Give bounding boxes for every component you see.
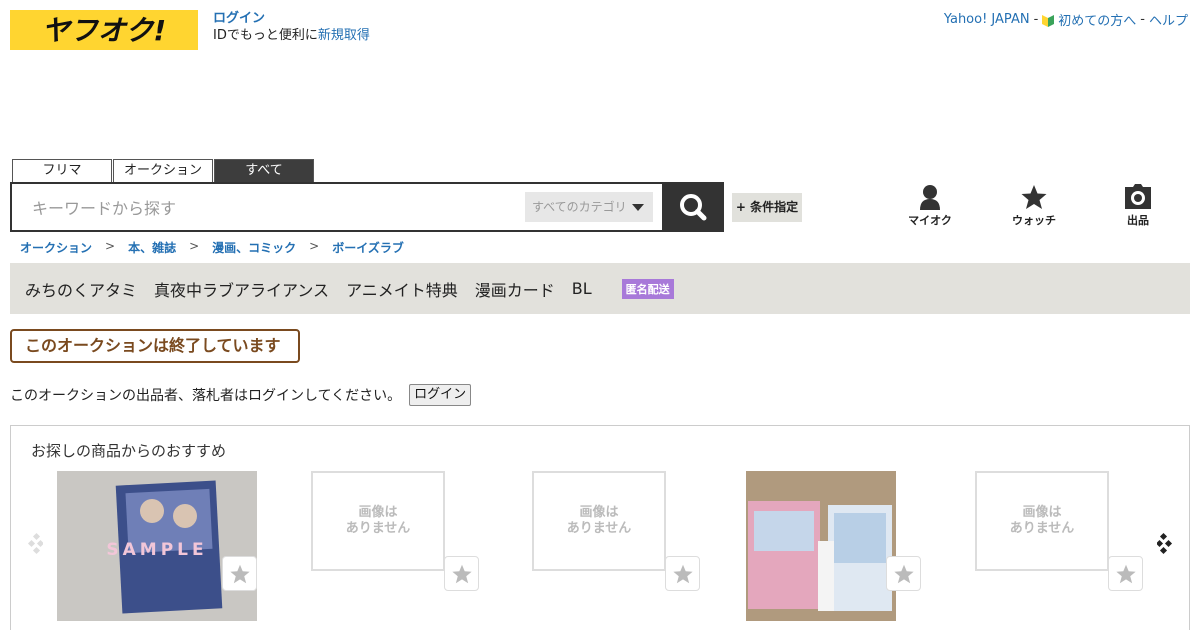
user-icon [920,185,940,210]
camera-icon [1125,184,1151,209]
breadcrumb-separator: > [105,239,116,253]
no-image-text: ありません [1009,521,1075,536]
tag-item: アニメイト特典 [346,280,458,300]
recommended-item[interactable]: 画像は ありません [975,471,1143,591]
no-image-text: 画像は [358,505,398,520]
recommended-item[interactable]: SAMPLE [57,471,257,625]
login-notice: このオークションの出品者、落札者はログインしてください。 ログイン [10,384,472,406]
register-prompt-text: IDでもっと便利に [213,28,318,43]
watch-toggle-button[interactable] [665,556,700,591]
no-image-text: 画像は [1022,505,1062,520]
watch-toggle-button[interactable] [222,556,257,591]
star-icon [451,564,472,584]
sell-button[interactable]: 出品 [1108,184,1168,228]
product-thumbnail [746,471,896,621]
yahoo-japan-link[interactable]: Yahoo! JAPAN [944,12,1030,27]
breadcrumb-books[interactable]: 本、雑誌 [128,239,176,256]
watch-label: ウォッチ [1012,214,1056,227]
no-image-placeholder: 画像は ありません [311,471,445,571]
breadcrumb-boys-love[interactable]: ボーイズラブ [332,239,404,256]
watch-toggle-button[interactable] [886,556,921,591]
recommended-item[interactable]: 画像は ありません [311,471,479,591]
recommended-item[interactable] [746,471,921,625]
header-links: Yahoo! JAPAN - 初めての方へ - ヘルプ [944,10,1188,29]
no-image-text: 画像は [579,505,619,520]
product-thumbnail: SAMPLE [57,471,257,621]
category-select-label: すべてのカテゴリ [532,200,627,214]
watch-toggle-button[interactable] [444,556,479,591]
tag-item: みちのくアタミ [25,280,138,300]
login-link[interactable]: ログイン [213,11,265,26]
breadcrumb: オークション > 本、雑誌 > 漫画、コミック > ボーイズラブ [20,239,404,256]
tab-auction[interactable]: オークション [113,159,213,182]
breadcrumb-separator: > [309,239,320,253]
item-tag-bar: みちのくアタミ 真夜中ラブアライアンス アニメイト特典 漫画カード BL 匿名配… [10,263,1190,314]
user-nav: マイオク ウォッチ 出品 [900,184,1180,234]
watch-list-button[interactable]: ウォッチ [1004,184,1064,228]
search-input[interactable] [32,196,512,220]
account-area: ログイン IDでもっと便利に新規取得 [213,10,370,44]
tag-item: 真夜中ラブアライアンス [154,280,330,300]
star-icon [229,564,250,584]
recommended-item[interactable]: 画像は ありません [532,471,700,591]
logo-text: ヤフオク! [42,14,166,47]
yahuoku-logo[interactable]: ヤフオク! [10,10,198,50]
search-icon [680,194,707,221]
no-image-placeholder: 画像は ありません [532,471,666,571]
star-icon [1115,564,1136,584]
beginners-link[interactable]: 初めての方へ [1058,10,1136,29]
auction-ended-notice: このオークションは終了しています [10,329,300,363]
register-link[interactable]: 新規取得 [318,28,370,43]
beginner-mark-icon [1042,13,1055,27]
recommendation-title: お探しの商品からのおすすめ [31,442,227,460]
carousel-next-arrow[interactable] [1155,528,1175,560]
chevron-right-icon [1155,532,1173,555]
no-image-placeholder: 画像は ありません [975,471,1109,571]
star-icon [893,564,914,584]
login-notice-text: このオークションの出品者、落札者はログインしてください。 [10,388,402,404]
chevron-left-icon [27,532,45,555]
star-icon [672,564,693,584]
my-auction-label: マイオク [908,214,952,227]
star-icon [1021,185,1047,209]
tab-flea-market[interactable]: フリマ [12,159,112,182]
anonymous-shipping-badge: 匿名配送 [621,278,674,299]
my-auction-button[interactable]: マイオク [900,184,960,228]
condition-button[interactable]: + 条件指定 [732,193,802,222]
recommendation-panel: お探しの商品からのおすすめ SAMPLE 画像は ありません 画像は ありません… [10,425,1190,630]
link-separator: - [1033,12,1039,27]
breadcrumb-auction[interactable]: オークション [20,239,92,256]
carousel-prev-arrow[interactable] [25,528,45,560]
no-image-text: ありません [566,521,632,536]
caret-down-icon [632,204,644,211]
category-select[interactable]: すべてのカテゴリ [525,192,653,222]
sell-label: 出品 [1127,214,1149,227]
breadcrumb-manga[interactable]: 漫画、コミック [212,239,296,256]
no-image-text: ありません [345,521,411,536]
help-link[interactable]: ヘルプ [1149,10,1188,29]
sample-watermark: SAMPLE [106,540,207,560]
login-button[interactable]: ログイン [409,384,472,406]
tag-item: 漫画カード [474,280,555,300]
breadcrumb-separator: > [189,239,200,253]
link-separator: - [1140,12,1145,27]
watch-toggle-button[interactable] [1108,556,1143,591]
tag-item: BL [571,279,592,298]
register-prompt: IDでもっと便利に新規取得 [213,27,370,44]
search-box: すべてのカテゴリ [10,182,664,232]
tab-all[interactable]: すべて [214,159,314,182]
search-button[interactable] [662,182,724,232]
logo-graphic: ヤフオク! [42,14,166,47]
search-tabs: フリマ オークション すべて [12,159,315,182]
